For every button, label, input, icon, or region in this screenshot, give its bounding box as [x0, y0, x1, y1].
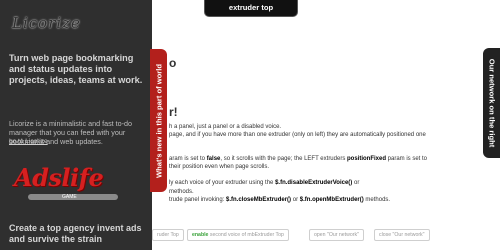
- doc-line-2: page, and if you have more than one extr…: [169, 132, 426, 138]
- section-heading-fragment: r!: [169, 105, 178, 119]
- our-network-extruder-tab[interactable]: Our network on the right: [483, 48, 500, 158]
- open-network-button[interactable]: open "Our network": [309, 229, 364, 241]
- whats-new-extruder-tab[interactable]: What's new in this part of world: [150, 49, 167, 192]
- doc-line-3-pre: aram is set to: [169, 156, 207, 162]
- doc-line-7-bold-2: $.fn.openMbExtruder(): [299, 197, 364, 203]
- adslife-logo[interactable]: Adslife GAME: [14, 163, 134, 205]
- doc-line-6: methods.: [169, 189, 194, 195]
- doc-line-3-bold-1: false: [206, 156, 221, 162]
- doc-line-5-pre: ly each voice of your extruder using the: [169, 180, 276, 186]
- doc-line-7-post: methods.: [363, 197, 391, 203]
- page-title-fragment: o: [169, 56, 177, 70]
- goto-licorize-link[interactable]: go to Licorize: [9, 138, 48, 145]
- our-network-tab-label: Our network on the right: [487, 58, 496, 148]
- doc-line-5-bold: $.fn.disableExtruderVoice(): [275, 180, 353, 186]
- doc-line-3-post: param is set to: [386, 156, 428, 162]
- extruder-top-button[interactable]: ruder Top: [152, 229, 184, 241]
- close-network-button[interactable]: close "Our network": [374, 229, 430, 241]
- doc-line-7-bold-1: $.fn.closeMbExtruder(): [226, 197, 292, 203]
- extruder-top-tab[interactable]: extruder top: [204, 0, 298, 17]
- licorize-logo: Licorize: [12, 14, 81, 32]
- doc-line-5: ly each voice of your extruder using the…: [169, 180, 359, 186]
- doc-line-3: aram is set to false, so it scrolls with…: [169, 156, 427, 162]
- panel-tagline: Turn web page bookmarking and status upd…: [9, 53, 143, 85]
- enable-rest-label: second voice of mbExtruder Top: [208, 232, 284, 238]
- adslife-logo-text: Adslife: [14, 163, 104, 192]
- doc-line-3-mid: , so it scrolls with the page; the LEFT …: [220, 156, 347, 162]
- adslife-promo-text: Create a top agency invent ads and survi…: [9, 223, 142, 244]
- doc-line-4: their position even when page scrolls.: [169, 164, 270, 170]
- left-extruder-panel: Licorize Turn web page bookmarking and s…: [0, 0, 152, 250]
- enable-label: enable: [192, 232, 209, 238]
- enable-second-voice-button[interactable]: enable second voice of mbExtruder Top: [187, 229, 289, 241]
- doc-line-7-mid: or: [291, 197, 300, 203]
- whats-new-tab-label: What's new in this part of world: [154, 63, 163, 178]
- doc-line-7-pre: trude panel invoking:: [169, 197, 227, 203]
- doc-line-3-bold-2: positionFixed: [347, 156, 386, 162]
- doc-line-7: trude panel invoking: $.fn.closeMbExtrud…: [169, 197, 390, 203]
- doc-line-5-post: or: [352, 180, 360, 186]
- doc-line-1: h a panel, just a panel or a disabled vo…: [169, 124, 282, 130]
- game-stripe-label: GAME: [62, 194, 77, 200]
